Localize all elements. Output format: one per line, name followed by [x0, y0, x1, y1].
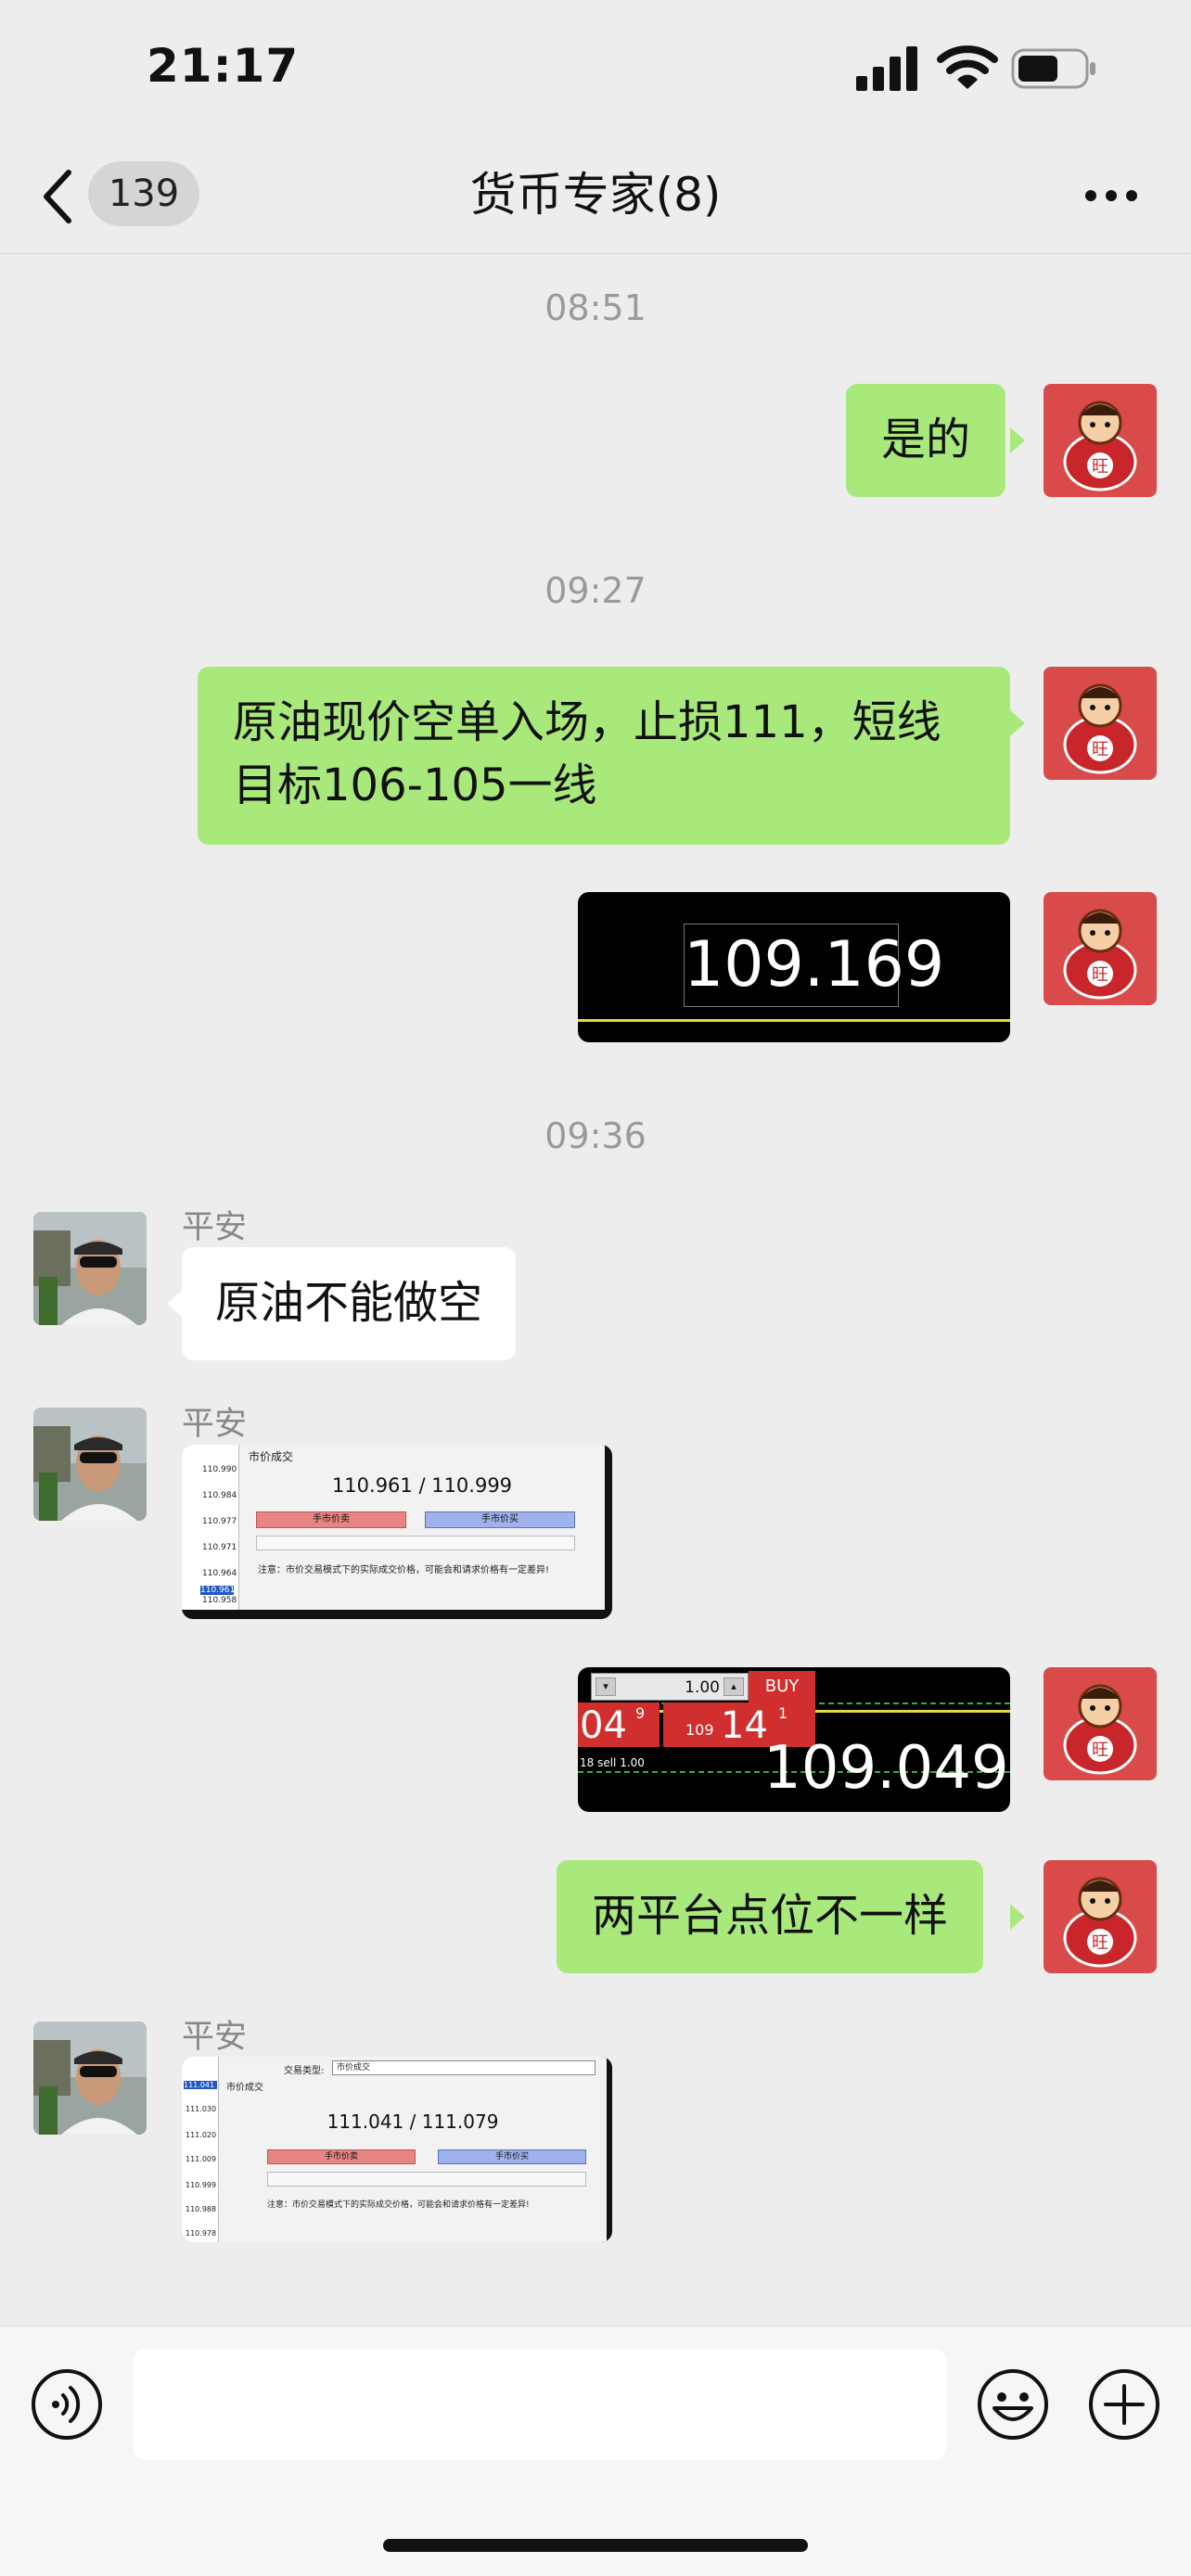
avatar-pingan[interactable]: [33, 1408, 147, 1521]
image-message[interactable]: 110.990 110.984 110.977 110.971 110.964 …: [182, 1445, 612, 1619]
tick-label: 110.964: [202, 1569, 237, 1578]
sender-name: 平安: [182, 1406, 248, 1443]
sell-price-sup: 9: [635, 1704, 646, 1722]
avatar-me[interactable]: 旺: [1044, 1667, 1157, 1780]
tick-label: 110.988: [186, 2205, 217, 2213]
svg-text:旺: 旺: [1092, 457, 1108, 477]
buy-market-button: 手市价买: [438, 2149, 586, 2164]
message-bubble-mine[interactable]: 两平台点位不一样: [557, 1860, 984, 1973]
order-label: 18 sell 1.00: [580, 1756, 645, 1769]
image-message[interactable]: 109.169: [578, 892, 1010, 1042]
lot-value: 1.00: [685, 1678, 720, 1697]
tick-label-current: 111.041: [184, 2081, 217, 2089]
tick-label: 111.030: [186, 2105, 217, 2113]
trade-dialog: 111.041 111.030 111.020 111.009 110.999 …: [182, 2057, 607, 2242]
image-message[interactable]: ▾ 1.00 ▴ BUY 04 9 109 14 1 18 sell 1.00 …: [578, 1667, 1010, 1812]
avatar-me[interactable]: 旺: [1044, 892, 1157, 1005]
progress-field: [267, 2172, 586, 2187]
timestamp: 09:36: [544, 1116, 647, 1156]
bid-ask-price: 110.961 / 110.999: [331, 1474, 513, 1497]
more-icon[interactable]: [1083, 187, 1139, 204]
tick-label: 110.971: [202, 1543, 237, 1552]
avatar-me[interactable]: 旺: [1044, 384, 1157, 497]
tick-label: 111.009: [186, 2155, 217, 2163]
price-value: 109.049: [763, 1734, 1009, 1803]
lot-input: ▾ 1.00 ▴: [591, 1673, 749, 1701]
price-value: 109.169: [684, 928, 945, 1001]
buy-price-small: 109: [685, 1721, 714, 1739]
sender-name: 平安: [182, 2019, 248, 2056]
image-message[interactable]: 111.041 111.030 111.020 111.009 110.999 …: [182, 2057, 612, 2242]
tick-label: 110.990: [202, 1465, 237, 1474]
dialog-note: 注意：市价交易模式下的实际成交价格，可能会和请求价格有一定差异!: [258, 1565, 550, 1575]
price-line: [578, 1019, 1010, 1022]
bid-ask-price: 111.041 / 111.079: [327, 2111, 499, 2133]
sell-price-panel: 04 9: [578, 1702, 660, 1747]
buy-price-big: 14: [721, 1704, 768, 1747]
sender-name: 平安: [182, 1209, 248, 1246]
avatar-me[interactable]: 旺: [1044, 667, 1157, 780]
bubble-tail: [1010, 1904, 1025, 1930]
avatar-me[interactable]: 旺: [1044, 1860, 1157, 1973]
message-line: 目标106-105一线: [233, 759, 597, 811]
tick-label: 111.020: [186, 2131, 217, 2139]
tick-label-current: 110.961: [200, 1586, 236, 1595]
sell-market-button: 手市价卖: [256, 1511, 406, 1528]
message-input[interactable]: [134, 2349, 946, 2460]
battery-icon: [1011, 48, 1095, 89]
svg-text:旺: 旺: [1092, 1933, 1108, 1953]
emoji-icon[interactable]: [976, 2367, 1050, 2442]
tick-label: 110.984: [202, 1491, 237, 1500]
svg-text:旺: 旺: [1092, 1741, 1108, 1760]
wifi-icon: [937, 45, 998, 89]
dialog-title: 市价成交: [249, 1450, 294, 1463]
decrease-icon: ▾: [596, 1677, 616, 1696]
dialog-title: 市价成交: [226, 2083, 263, 2093]
home-indicator: [383, 2539, 808, 2552]
tick-label: 110.999: [186, 2181, 217, 2189]
buy-market-button: 手市价买: [425, 1511, 575, 1528]
tick-label: 110.978: [186, 2229, 217, 2238]
trade-type-label: 交易类型:: [284, 2066, 325, 2076]
svg-text:旺: 旺: [1092, 965, 1108, 985]
message-line: 原油现价空单入场，止损111，短线: [233, 696, 941, 748]
message-bubble-mine[interactable]: 是的: [846, 384, 1006, 497]
chat-header: 139 货币专家(8): [0, 139, 1191, 254]
timestamp: 09:27: [544, 570, 647, 611]
message-bubble-other[interactable]: 原油不能做空: [182, 1247, 517, 1360]
bubble-tail: [1010, 427, 1025, 453]
signal-icon: [856, 46, 917, 91]
tick-scale: 111.041 111.030 111.020 111.009 110.999 …: [182, 2057, 219, 2242]
progress-field: [256, 1536, 575, 1550]
sell-market-button: 手市价卖: [267, 2149, 416, 2164]
timestamp: 08:51: [544, 287, 647, 328]
voice-icon[interactable]: [30, 2367, 104, 2442]
tick-label: 110.958: [202, 1596, 237, 1605]
plus-icon[interactable]: [1087, 2367, 1161, 2442]
chat-title: 货币专家(8): [469, 168, 722, 222]
trade-type-select: 市价成交: [332, 2060, 596, 2075]
tick-label: 110.977: [202, 1517, 237, 1526]
tick-scale: 110.990 110.984 110.977 110.971 110.964 …: [182, 1445, 239, 1610]
avatar-pingan[interactable]: [33, 2021, 147, 2135]
status-bar: 21:17: [0, 0, 1191, 139]
trade-dialog: 110.990 110.984 110.977 110.971 110.964 …: [182, 1445, 605, 1610]
sell-price-big: 04: [580, 1704, 627, 1747]
svg-text:旺: 旺: [1092, 740, 1108, 759]
status-time: 21:17: [147, 39, 300, 93]
buy-button: BUY: [749, 1671, 815, 1702]
dialog-note: 注意：市价交易模式下的实际成交价格，可能会和请求价格有一定差异!: [267, 2200, 530, 2210]
buy-price-sup: 1: [778, 1704, 788, 1722]
message-bubble-mine[interactable]: 原油现价空单入场，止损111，短线 目标106-105一线: [198, 667, 1010, 845]
bubble-tail: [1010, 710, 1025, 736]
bubble-tail: [167, 1291, 182, 1317]
avatar-pingan[interactable]: [33, 1212, 147, 1325]
increase-icon: ▴: [724, 1677, 744, 1696]
